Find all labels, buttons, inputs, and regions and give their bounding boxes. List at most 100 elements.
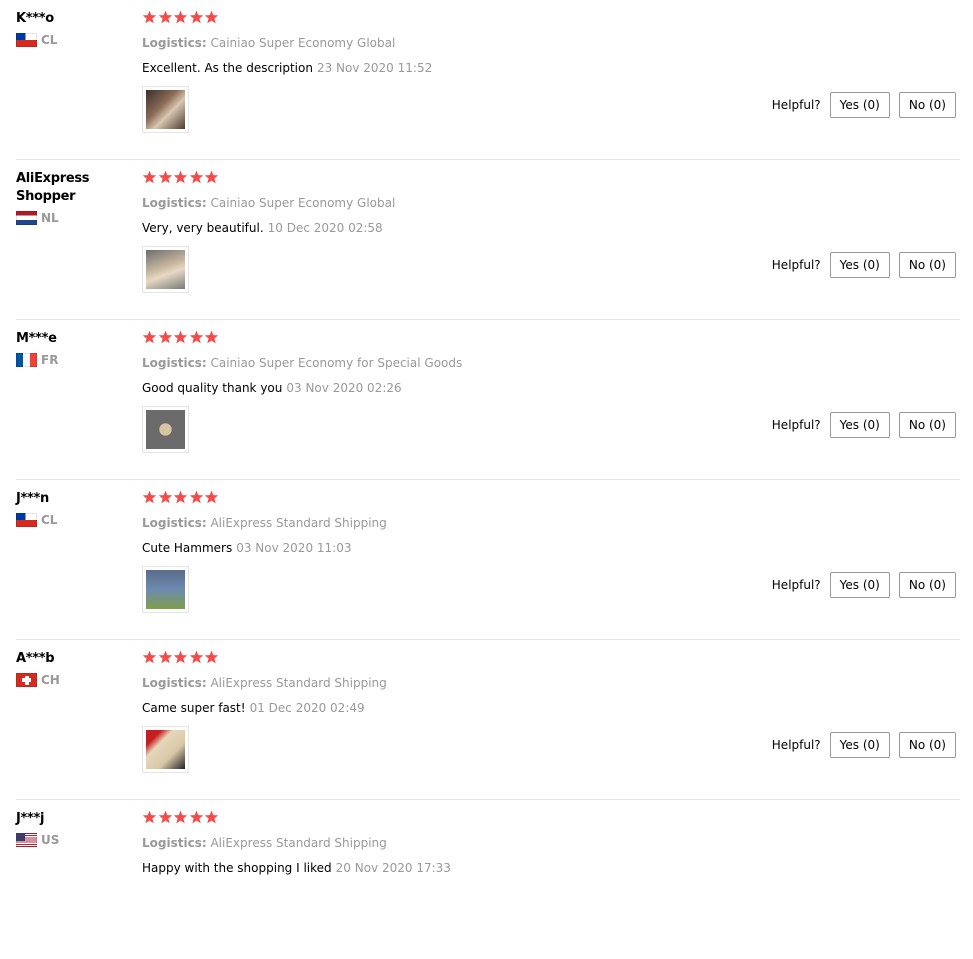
reviewer-info: A***b CH <box>16 650 131 687</box>
logistics-label: Logistics: <box>142 196 207 210</box>
star-icon <box>189 170 205 186</box>
star-icon <box>204 10 220 26</box>
star-icon <box>142 650 158 666</box>
star-icon <box>189 810 205 826</box>
review-photo <box>146 570 185 609</box>
star-rating <box>142 10 220 28</box>
review-item: A***b CH Logistics: AliExpress Standard … <box>16 640 960 800</box>
helpful-vote: Helpful? Yes (0) No (0) <box>772 92 956 118</box>
star-icon <box>204 810 220 826</box>
review-feedback: Good quality thank you 03 Nov 2020 02:26 <box>142 381 402 395</box>
helpful-no-button[interactable]: No (0) <box>898 252 956 278</box>
helpful-label: Helpful? <box>771 738 821 752</box>
reviewer-info: J***n CL <box>16 490 131 527</box>
star-rating <box>142 330 220 348</box>
star-icon <box>158 170 174 186</box>
reviews-list: K***o CL Logistics: Cainiao Super Econom… <box>0 0 973 959</box>
review-text: Cute Hammers <box>142 541 233 555</box>
helpful-yes-button[interactable]: Yes (0) <box>829 732 890 758</box>
review-date: 03 Nov 2020 02:26 <box>286 381 402 395</box>
review-text: Excellent. As the description <box>142 61 313 75</box>
logistics-info: Logistics: Cainiao Super Economy for Spe… <box>142 356 462 370</box>
review-date: 20 Nov 2020 17:33 <box>335 861 451 875</box>
star-icon <box>204 650 220 666</box>
helpful-no-button[interactable]: No (0) <box>898 92 956 118</box>
review-text: Came super fast! <box>142 701 246 715</box>
review-feedback: Cute Hammers 03 Nov 2020 11:03 <box>142 541 351 555</box>
review-feedback: Happy with the shopping I liked 20 Nov 20… <box>142 861 451 875</box>
switzerland-flag-icon <box>16 673 37 687</box>
star-icon <box>173 650 189 666</box>
review-photo-thumbnail[interactable] <box>142 246 189 293</box>
star-icon <box>158 810 174 826</box>
helpful-yes-button[interactable]: Yes (0) <box>829 572 890 598</box>
star-icon <box>173 330 189 346</box>
logistics-method: AliExpress Standard Shipping <box>210 516 387 530</box>
review-item: J***n CL Logistics: AliExpress Standard … <box>16 480 960 640</box>
helpful-no-button[interactable]: No (0) <box>898 732 956 758</box>
helpful-label: Helpful? <box>771 578 821 592</box>
review-date: 01 Dec 2020 02:49 <box>249 701 365 715</box>
logistics-info: Logistics: AliExpress Standard Shipping <box>142 836 387 850</box>
logistics-method: AliExpress Standard Shipping <box>210 676 387 690</box>
reviewer-info: AliExpress Shopper NL <box>16 170 131 225</box>
star-icon <box>173 490 189 506</box>
star-icon <box>158 10 174 26</box>
reviewer-name: AliExpress Shopper <box>16 171 90 204</box>
country-code: CH <box>41 673 60 687</box>
reviewer-name: K***o <box>16 11 54 26</box>
review-photo <box>146 90 185 129</box>
logistics-method: Cainiao Super Economy Global <box>210 36 396 50</box>
helpful-yes-button[interactable]: Yes (0) <box>829 412 890 438</box>
logistics-method: Cainiao Super Economy for Special Goods <box>210 356 463 370</box>
star-rating <box>142 490 220 508</box>
logistics-info: Logistics: Cainiao Super Economy Global <box>142 36 395 50</box>
review-photo-thumbnail[interactable] <box>142 566 189 613</box>
netherlands-flag-icon <box>16 211 37 225</box>
helpful-no-button[interactable]: No (0) <box>898 412 956 438</box>
reviewer-name: J***j <box>16 811 45 826</box>
country-code: NL <box>41 211 59 225</box>
country-code: CL <box>41 513 58 527</box>
reviewer-country: NL <box>16 211 131 225</box>
review-photo-thumbnail[interactable] <box>142 726 189 773</box>
reviewer-country: US <box>16 833 131 847</box>
helpful-label: Helpful? <box>771 98 821 112</box>
review-date: 10 Dec 2020 02:58 <box>267 221 383 235</box>
helpful-label: Helpful? <box>771 418 821 432</box>
star-icon <box>189 490 205 506</box>
review-feedback: Very, very beautiful. 10 Dec 2020 02:58 <box>142 221 383 235</box>
star-icon <box>142 10 158 26</box>
reviewer-name: A***b <box>16 651 55 666</box>
star-rating <box>142 650 220 668</box>
helpful-yes-button[interactable]: Yes (0) <box>829 92 890 118</box>
review-feedback: Came super fast! 01 Dec 2020 02:49 <box>142 701 365 715</box>
star-icon <box>173 170 189 186</box>
star-rating <box>142 810 220 828</box>
review-item: K***o CL Logistics: Cainiao Super Econom… <box>16 0 960 160</box>
review-photo-thumbnail[interactable] <box>142 406 189 453</box>
review-item: J***j US Logistics: AliExpress Standard … <box>16 800 960 959</box>
star-icon <box>189 10 205 26</box>
review-item: M***e FR Logistics: Cainiao Super Econom… <box>16 320 960 480</box>
review-text: Very, very beautiful. <box>142 221 264 235</box>
reviewer-country: CH <box>16 673 131 687</box>
helpful-vote: Helpful? Yes (0) No (0) <box>772 412 956 438</box>
review-photo-thumbnail[interactable] <box>142 86 189 133</box>
review-item: AliExpress Shopper NL Logistics: Cainiao… <box>16 160 960 320</box>
star-icon <box>204 170 220 186</box>
star-rating <box>142 170 220 188</box>
star-icon <box>158 330 174 346</box>
helpful-yes-button[interactable]: Yes (0) <box>829 252 890 278</box>
star-icon <box>204 330 220 346</box>
star-icon <box>189 330 205 346</box>
logistics-method: AliExpress Standard Shipping <box>210 836 387 850</box>
logistics-info: Logistics: AliExpress Standard Shipping <box>142 676 387 690</box>
reviewer-country: CL <box>16 513 131 527</box>
logistics-label: Logistics: <box>142 676 207 690</box>
reviewer-info: J***j US <box>16 810 131 847</box>
country-code: CL <box>41 33 58 47</box>
reviewer-country: CL <box>16 33 131 47</box>
helpful-no-button[interactable]: No (0) <box>898 572 956 598</box>
country-code: FR <box>41 353 59 367</box>
